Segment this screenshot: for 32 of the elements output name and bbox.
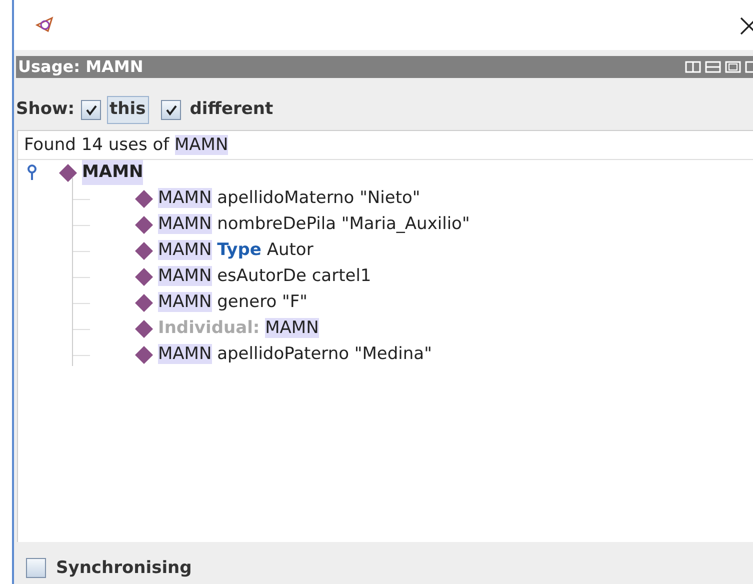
diamond-icon (134, 188, 154, 208)
diamond-icon (134, 266, 154, 286)
check-icon (164, 102, 178, 117)
tree-node[interactable]: MAMN apellidoMaterno "Nieto" (134, 186, 420, 212)
diamond-icon (134, 292, 154, 312)
diamond-icon (134, 344, 154, 364)
check-icon (84, 102, 98, 117)
checkbox-label: Synchronising (56, 556, 192, 580)
diamond-icon (134, 214, 154, 234)
checkbox[interactable] (26, 558, 46, 578)
panel-title: Usage: MAMN (18, 56, 144, 78)
diamond-icon (134, 318, 154, 338)
checkbox[interactable] (80, 100, 101, 120)
checkbox[interactable] (160, 100, 181, 120)
tree-node[interactable]: Individual: MAMN (134, 316, 319, 342)
close-icon (739, 16, 753, 36)
tree-node[interactable]: MAMN Type Autor (134, 238, 314, 264)
diamond-icon (134, 240, 154, 260)
maximize-icon (725, 61, 741, 73)
show-label: Show: (16, 98, 75, 121)
tree-node-label[interactable]: MAMN (82, 160, 144, 186)
split-horizontal-icon (705, 61, 721, 73)
split-vertical-icon (685, 61, 701, 73)
diamond-icon (58, 162, 78, 182)
checkbox-label: this (106, 96, 149, 124)
close-view-icon (745, 61, 753, 73)
tree-node[interactable]: MAMN esAutorDe cartel1 (134, 264, 372, 290)
summary-text: Found 14 uses of MAMN (18, 130, 753, 160)
checkbox-label: different (188, 98, 274, 121)
tree-node[interactable]: MAMN nombreDePila "Maria_Auxilio" (134, 212, 470, 238)
tree-node[interactable]: MAMN apellidoPaterno "Medina" (134, 342, 432, 368)
tree-node[interactable]: MAMN genero "F" (134, 290, 308, 316)
